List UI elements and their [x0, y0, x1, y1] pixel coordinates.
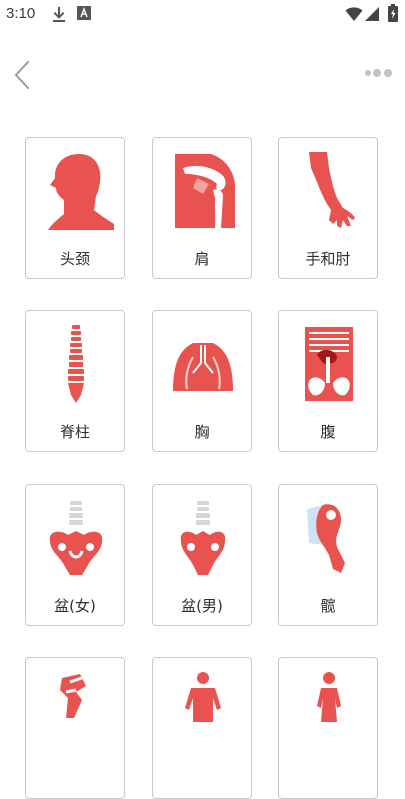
- category-label: 髋: [320, 597, 336, 615]
- status-bar: 3:10: [0, 0, 405, 30]
- category-card-body-female[interactable]: [278, 657, 378, 799]
- category-label: 盆(女): [54, 597, 96, 615]
- category-card-arm-hand[interactable]: 手和肘: [278, 137, 378, 279]
- head-neck-icon: [48, 154, 114, 230]
- category-card-body-male[interactable]: [152, 657, 252, 799]
- female-pelvis-icon: [49, 501, 103, 575]
- category-label: 腹: [320, 423, 336, 441]
- arm-hand-icon: [309, 152, 355, 228]
- abdomen-icon: [305, 327, 353, 401]
- chevron-left-icon[interactable]: [6, 56, 40, 90]
- shoulder-icon: [175, 154, 235, 228]
- download-icon: [53, 7, 65, 22]
- knee-icon: [60, 674, 86, 718]
- spine-icon: [68, 325, 84, 403]
- category-card-knee[interactable]: [25, 657, 125, 799]
- category-label: 头颈: [59, 250, 90, 268]
- chest-lungs-icon: [173, 343, 233, 391]
- category-label: 肩: [194, 250, 210, 268]
- signal-icon: [365, 7, 379, 21]
- category-card-chest[interactable]: 胸: [152, 310, 252, 452]
- category-card-hip[interactable]: 髋: [278, 484, 378, 626]
- category-card-female-pelvis[interactable]: 盆(女): [25, 484, 125, 626]
- status-time: 3:10: [6, 5, 36, 22]
- more-dots-icon[interactable]: [363, 62, 397, 84]
- wifi-icon: [345, 7, 363, 21]
- category-label: 手和肘: [305, 250, 351, 268]
- battery-icon: [388, 4, 398, 22]
- hip-icon: [307, 504, 345, 573]
- category-card-abdomen[interactable]: 腹: [278, 310, 378, 452]
- body-male-icon: [185, 672, 221, 722]
- category-label: 脊柱: [59, 423, 90, 441]
- a-notification-icon: [77, 6, 91, 20]
- body-female-icon: [317, 672, 341, 722]
- category-card-head-neck[interactable]: 头颈: [25, 137, 125, 279]
- category-card-male-pelvis[interactable]: 盆(男): [152, 484, 252, 626]
- app-bar: [0, 50, 405, 98]
- category-label: 盆(男): [181, 597, 223, 615]
- male-pelvis-icon: [180, 501, 226, 575]
- category-label: 胸: [194, 423, 210, 441]
- category-card-spine[interactable]: 脊柱: [25, 310, 125, 452]
- category-card-shoulder[interactable]: 肩: [152, 137, 252, 279]
